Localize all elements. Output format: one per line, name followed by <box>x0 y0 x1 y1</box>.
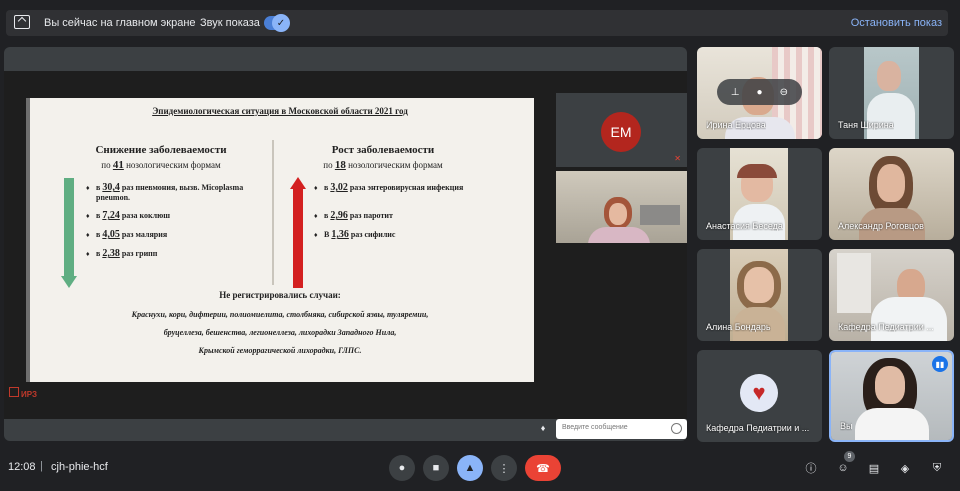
up-arrow-icon <box>290 177 306 288</box>
face <box>609 203 627 225</box>
participant-name: Ирина Ерцова <box>706 120 766 130</box>
coat <box>855 408 929 440</box>
leave-call-button[interactable]: ☎ <box>525 455 561 481</box>
coat <box>867 93 915 139</box>
participant-tile[interactable]: Таня Ширина <box>829 47 954 139</box>
face <box>877 61 901 91</box>
more-vert-icon: ⋮ <box>498 462 510 475</box>
mic-icon: ● <box>398 462 406 474</box>
slide-header: Эпидемиологическая ситуация в Московской… <box>152 106 408 116</box>
chat-icon[interactable]: ▤ <box>865 459 883 477</box>
not-registered-line: бруцеллеза, бешенства, легионеллеза, лих… <box>163 328 397 337</box>
printer <box>640 205 680 225</box>
participant-em-tile[interactable]: EM ✕ <box>556 93 687 167</box>
separator: | <box>40 460 43 472</box>
participant-video-tile[interactable] <box>556 171 687 243</box>
mic-off-icon: ✕ <box>674 154 681 163</box>
face <box>744 267 774 303</box>
not-registered-line: Крымской геморрагической лихорадки, ГЛПС… <box>198 346 362 355</box>
stop-presenting-button[interactable]: Остановить показ <box>851 17 942 29</box>
participant-name: Александр Роговцов <box>838 221 924 231</box>
participant-name: Таня Ширина <box>838 120 894 130</box>
hang-up-icon: ☎ <box>536 462 550 475</box>
list-item: В 1,36 раз сифилис <box>314 230 484 241</box>
presentation-content: Эпидемиологическая ситуация в Московской… <box>4 71 687 439</box>
face <box>875 366 905 404</box>
down-arrow-icon <box>61 178 77 288</box>
check-icon: ✓ <box>272 14 290 32</box>
participant-tile[interactable]: Алина Бондарь <box>697 249 822 341</box>
camera-icon: ■ <box>432 462 440 474</box>
host-controls-icon[interactable]: ⛨ <box>928 459 946 477</box>
mic-button[interactable]: ● <box>389 455 415 481</box>
presenting-banner: Вы сейчас на главном экране Звук показа … <box>6 10 948 36</box>
clock: 12:08 <box>8 461 36 473</box>
participants-count-badge: 9 <box>844 451 855 462</box>
logo-mark-icon <box>9 387 19 397</box>
column-divider <box>272 140 274 285</box>
speaking-indicator-icon: ▮▮ <box>932 356 948 372</box>
slide-left-stripe <box>26 98 30 382</box>
presentation-tile: Эпидемиологическая ситуация в Московской… <box>4 47 687 441</box>
not-registered-line: Краснухи, кори, дифтерии, полиомиелита, … <box>131 310 429 319</box>
present-button[interactable]: ▲ <box>457 455 483 481</box>
not-registered-title: Не регистрировались случаи: <box>219 290 341 300</box>
present-screen-icon <box>14 15 30 29</box>
participant-name: Алина Бондарь <box>706 322 771 332</box>
sound-label: Звук показа <box>200 17 260 29</box>
participant-tile[interactable]: ⊥ ● ⊖ Ирина Ерцова <box>697 47 822 139</box>
face <box>877 164 905 202</box>
window <box>837 253 871 313</box>
mic-icon[interactable]: ● <box>752 85 766 99</box>
list-item: в 7,24 раза коклюш <box>86 211 256 222</box>
list-item: в 2,96 раз паротит <box>314 211 484 222</box>
info-icon[interactable]: ⓘ <box>802 459 820 477</box>
avatar: ♥ <box>740 374 778 412</box>
effects-icon[interactable]: ♦ <box>534 419 552 437</box>
list-item: в 30,4 раз пневмония, вызв. Micoplasma p… <box>86 183 256 203</box>
bottom-bar: 12:08 | cjh-phie-hcf ● ■ ▲ ⋮ ☎ ⓘ ☺ 9 ▤ ◈… <box>0 448 960 491</box>
left-column-subtitle: по 41 нозологическим формам <box>101 159 221 171</box>
participant-name: Вы <box>840 421 853 431</box>
participant-name: Кафедра Педиатрии и ... <box>706 423 810 433</box>
top-bar: Вы сейчас на главном экране Звук показа … <box>0 0 960 46</box>
tile-hover-controls: ⊥ ● ⊖ <box>717 79 802 105</box>
list-item: в 2,38 раз грипп <box>86 249 256 260</box>
participant-tile[interactable]: Александр Роговцов <box>829 148 954 240</box>
participant-name: Кафедра Педиатрии ... <box>838 322 934 332</box>
avatar: EM <box>601 112 641 152</box>
chat-input[interactable]: Введите сообщение <box>556 419 687 439</box>
emoji-icon[interactable] <box>671 423 682 434</box>
presenting-text: Вы сейчас на главном экране <box>44 17 196 29</box>
right-column-subtitle: по 18 нозологическим формам <box>323 159 443 171</box>
present-screen-icon: ▲ <box>464 462 476 474</box>
chat-placeholder: Введите сообщение <box>562 424 628 431</box>
sound-toggle[interactable]: ✓ <box>264 14 290 32</box>
participant-name: Анастасия Беседа <box>706 221 783 231</box>
list-item: в 3,02 раза энтеровирусная инфекция <box>314 183 484 194</box>
slide: Эпидемиологическая ситуация в Московской… <box>26 98 534 382</box>
remove-icon[interactable]: ⊖ <box>777 85 791 99</box>
participant-tile[interactable]: ♥ Кафедра Педиатрии и ... <box>697 350 822 442</box>
camera-button[interactable]: ■ <box>423 455 449 481</box>
pin-icon[interactable]: ⊥ <box>728 85 742 99</box>
participant-tile[interactable]: Кафедра Педиатрии ... <box>829 249 954 341</box>
meeting-code: cjh-phie-hcf <box>51 461 108 473</box>
activities-icon[interactable]: ◈ <box>896 459 914 477</box>
coat <box>871 297 947 341</box>
left-column-title: Снижение заболеваемости <box>95 144 227 156</box>
irz-logo: ИРЗ <box>9 387 37 399</box>
more-options-button[interactable]: ⋮ <box>491 455 517 481</box>
hair <box>737 164 777 178</box>
self-tile[interactable]: ▮▮ Вы <box>829 350 954 442</box>
participant-tile[interactable]: Анастасия Беседа <box>697 148 822 240</box>
shirt <box>588 227 650 243</box>
list-item: в 4,05 раз малярия <box>86 230 256 241</box>
right-column-title: Рост заболеваемости <box>331 144 435 156</box>
